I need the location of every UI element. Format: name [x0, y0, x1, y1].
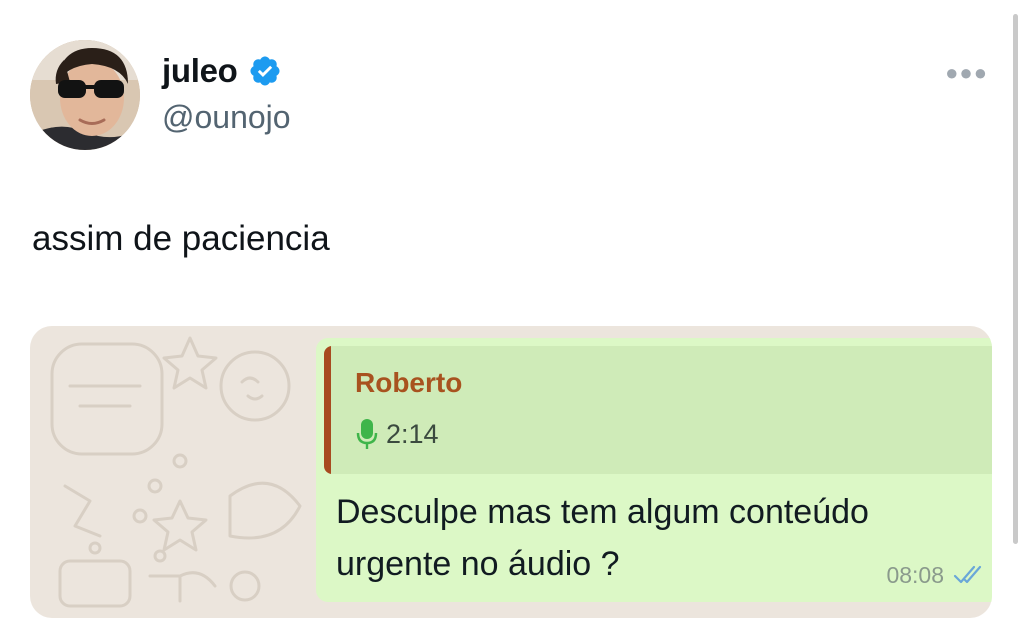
double-check-icon	[953, 565, 982, 584]
verified-badge-icon	[249, 56, 280, 86]
message-meta: 08:08	[886, 562, 986, 588]
tweet-card: juleo @ounojo ●●● assim de paciencia Rob…	[0, 0, 1024, 638]
tweet-media-image[interactable]: Roberto 2:14 Desculpe mas tem algum cont…	[30, 326, 992, 618]
message-time: 08:08	[886, 562, 944, 588]
quote-accent-bar	[324, 346, 331, 474]
user-handle[interactable]: @ounojo	[162, 98, 291, 136]
more-horizontal-icon[interactable]: ●●●	[945, 62, 988, 84]
avatar[interactable]	[30, 40, 140, 150]
quoted-reply[interactable]: Roberto 2:14	[324, 346, 992, 474]
quoted-audio: 2:14	[356, 418, 439, 450]
author-info[interactable]: juleo @ounojo	[162, 52, 291, 136]
chat-message-bubble: Roberto 2:14 Desculpe mas tem algum cont…	[316, 338, 992, 602]
display-name[interactable]: juleo	[162, 52, 238, 90]
microphone-icon	[356, 419, 378, 449]
message-line: Desculpe mas tem algum conteúdo	[336, 493, 869, 531]
scrollbar[interactable]	[1013, 14, 1018, 544]
tweet-text: assim de paciencia	[32, 219, 330, 258]
quote-author: Roberto	[355, 367, 463, 398]
audio-duration: 2:14	[386, 419, 439, 449]
